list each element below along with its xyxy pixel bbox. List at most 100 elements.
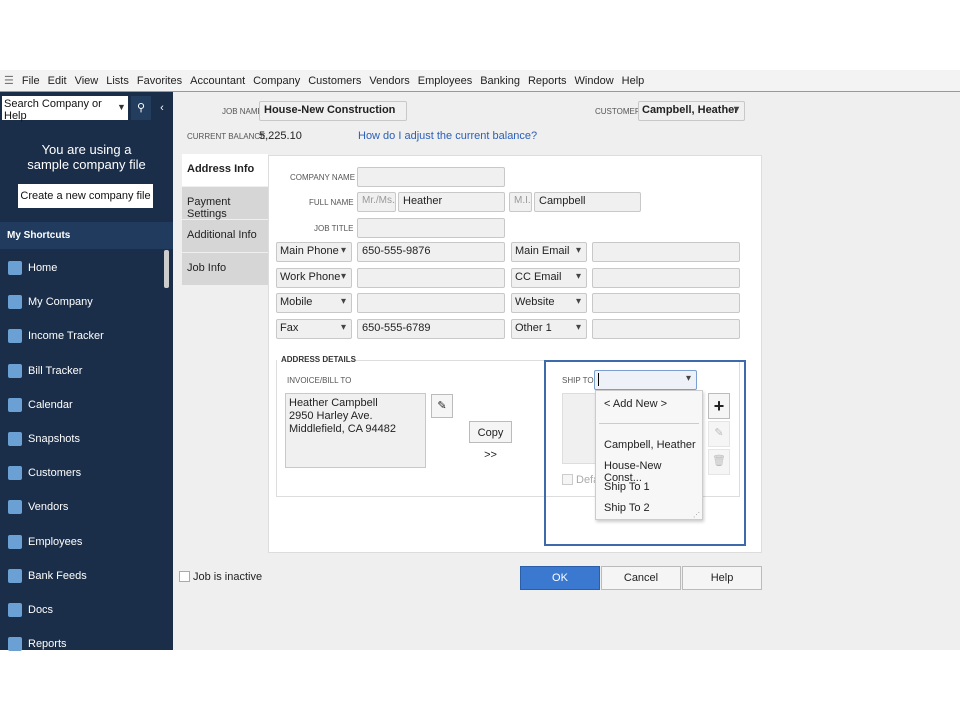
menu-help[interactable]: Help <box>622 75 645 87</box>
app-menu-icon[interactable]: ☰ <box>4 74 14 87</box>
my-company-icon <box>8 295 22 310</box>
menu-view[interactable]: View <box>75 75 99 87</box>
salutation-field[interactable]: Mr./Ms./... <box>357 192 396 212</box>
menu-lists[interactable]: Lists <box>106 75 129 87</box>
sidebar-item-label: Bill Tracker <box>28 364 83 377</box>
sidebar-item-my-company[interactable]: My Company <box>8 292 93 312</box>
menu-file[interactable]: File <box>22 75 40 87</box>
first-name-field[interactable]: Heather <box>398 192 505 212</box>
home-icon <box>8 261 22 275</box>
sidebar-item-vendors[interactable]: Vendors <box>8 497 68 517</box>
sidebar-item-bank-feeds[interactable]: Bank Feeds <box>8 566 87 586</box>
contact-type-select[interactable]: CC Email <box>511 267 587 288</box>
contact-value-field[interactable] <box>592 242 740 262</box>
docs-icon <box>8 603 22 617</box>
sidebar-item-bill-tracker[interactable]: Bill Tracker <box>8 361 82 381</box>
contact-type-select[interactable]: Website <box>511 293 587 313</box>
search-dropdown-icon[interactable]: ▼ <box>117 102 126 112</box>
bill-line: Middlefield, CA 94482 <box>289 423 397 435</box>
bill-tracker-icon <box>8 363 22 378</box>
customer-select[interactable]: Campbell, Heather <box>638 101 745 121</box>
tab-job-info[interactable]: Job Info <box>182 253 268 285</box>
vendors-icon <box>8 500 22 515</box>
menu-accountant[interactable]: Accountant <box>190 75 245 87</box>
contact-type-select[interactable]: Other 1 <box>511 318 587 339</box>
contact-value-field[interactable] <box>357 293 505 313</box>
sidebar-item-income-tracker[interactable]: Income Tracker <box>8 326 104 346</box>
search-input[interactable]: Search Company or Help <box>2 96 128 122</box>
company-name-field[interactable] <box>357 167 505 187</box>
bill-to-address[interactable]: Heather Campbell 2950 Harley Ave. Middle… <box>285 393 426 468</box>
sidebar-item-customers[interactable]: Customers <box>8 463 81 483</box>
balance-label: CURRENT BALANCE <box>187 132 266 141</box>
edit-bill-to-icon[interactable]: ✎ <box>431 394 453 418</box>
job-name-label: JOB NAME <box>222 107 263 116</box>
create-company-button[interactable]: Create a new company file <box>18 184 153 208</box>
sidebar-item-home[interactable]: Home <box>8 258 57 278</box>
sidebar-item-docs[interactable]: Docs <box>8 600 53 620</box>
calendar-icon <box>8 397 22 412</box>
middle-initial-field[interactable]: M.I. <box>509 192 532 212</box>
contact-type-select[interactable]: Main Phone <box>276 242 352 262</box>
job-inactive-checkbox[interactable] <box>179 571 190 582</box>
income-tracker-icon <box>8 329 22 344</box>
snapshots-icon <box>8 432 22 446</box>
sidebar-item-label: Vendors <box>28 501 69 514</box>
contact-type-select[interactable]: Main Email <box>511 242 587 262</box>
ok-button[interactable]: OK <box>520 566 600 590</box>
menu-banking[interactable]: Banking <box>480 75 520 87</box>
contact-value-field[interactable] <box>592 318 740 339</box>
collapse-sidebar-icon[interactable]: ‹ <box>152 96 172 120</box>
menu-bar: ☰ File Edit View Lists Favorites Account… <box>0 70 960 92</box>
contact-value-field[interactable] <box>592 293 740 313</box>
customer-label: CUSTOMER <box>595 107 641 116</box>
sidebar-item-label: Customers <box>28 467 82 480</box>
search-icon[interactable]: ⚲ <box>131 96 151 120</box>
menu-employees[interactable]: Employees <box>418 75 472 87</box>
sidebar: Search Company or Help ▼ ⚲ ‹ You are usi… <box>0 92 173 652</box>
tab-additional-info[interactable]: Additional Info <box>182 220 268 252</box>
last-name-field[interactable]: Campbell <box>534 192 641 212</box>
sidebar-item-label: Home <box>28 262 58 274</box>
copy-button[interactable]: Copy >> <box>469 421 512 461</box>
tab-address-info[interactable]: Address Info <box>182 154 268 186</box>
contact-type-select[interactable]: Mobile <box>276 293 352 313</box>
contact-type-select[interactable]: Fax <box>276 318 352 339</box>
sidebar-item-label: My Company <box>28 296 93 309</box>
current-balance: 5,225.10 <box>259 130 302 142</box>
job-title-field[interactable] <box>357 218 505 238</box>
sidebar-item-employees[interactable]: Employees <box>8 532 82 552</box>
sidebar-item-calendar[interactable]: Calendar <box>8 395 73 415</box>
menu-favorites[interactable]: Favorites <box>137 75 182 87</box>
help-button[interactable]: Help <box>682 566 762 590</box>
cancel-button[interactable]: Cancel <box>601 566 681 590</box>
shortcuts-header: My Shortcuts <box>0 222 173 249</box>
menu-reports[interactable]: Reports <box>528 75 567 87</box>
bill-line: 2950 Harley Ave. <box>289 410 373 422</box>
sidebar-item-snapshots[interactable]: Snapshots <box>8 429 80 449</box>
company-name-label: COMPANY NAME <box>290 173 356 182</box>
contact-value-field[interactable] <box>357 267 505 288</box>
adjust-balance-link[interactable]: How do I adjust the current balance? <box>358 130 537 142</box>
sidebar-scrollbar[interactable] <box>164 250 169 288</box>
full-name-label: FULL NAME <box>309 198 354 207</box>
menu-edit[interactable]: Edit <box>48 75 67 87</box>
menu-company[interactable]: Company <box>253 75 300 87</box>
job-name-field[interactable]: House-New Construction <box>259 101 407 121</box>
sidebar-item-label: Reports <box>28 638 67 651</box>
menu-window[interactable]: Window <box>575 75 614 87</box>
contact-type-select[interactable]: Work Phone <box>276 267 352 288</box>
address-details-label: ADDRESS DETAILS <box>281 355 356 364</box>
menu-customers[interactable]: Customers <box>308 75 361 87</box>
highlight-box <box>544 360 746 546</box>
customers-icon <box>8 466 22 481</box>
reports-icon <box>8 637 22 652</box>
sample-company-notice: You are using a sample company file <box>27 142 146 172</box>
contact-value-field[interactable]: 650-555-6789 <box>357 318 505 339</box>
sidebar-item-label: Employees <box>28 535 83 548</box>
tab-payment-settings[interactable]: Payment Settings <box>182 187 268 220</box>
contact-value-field[interactable] <box>592 267 740 288</box>
contact-value-field[interactable]: 650-555-9876 <box>357 242 505 262</box>
menu-vendors[interactable]: Vendors <box>369 75 409 87</box>
sidebar-item-reports[interactable]: Reports <box>8 634 67 654</box>
